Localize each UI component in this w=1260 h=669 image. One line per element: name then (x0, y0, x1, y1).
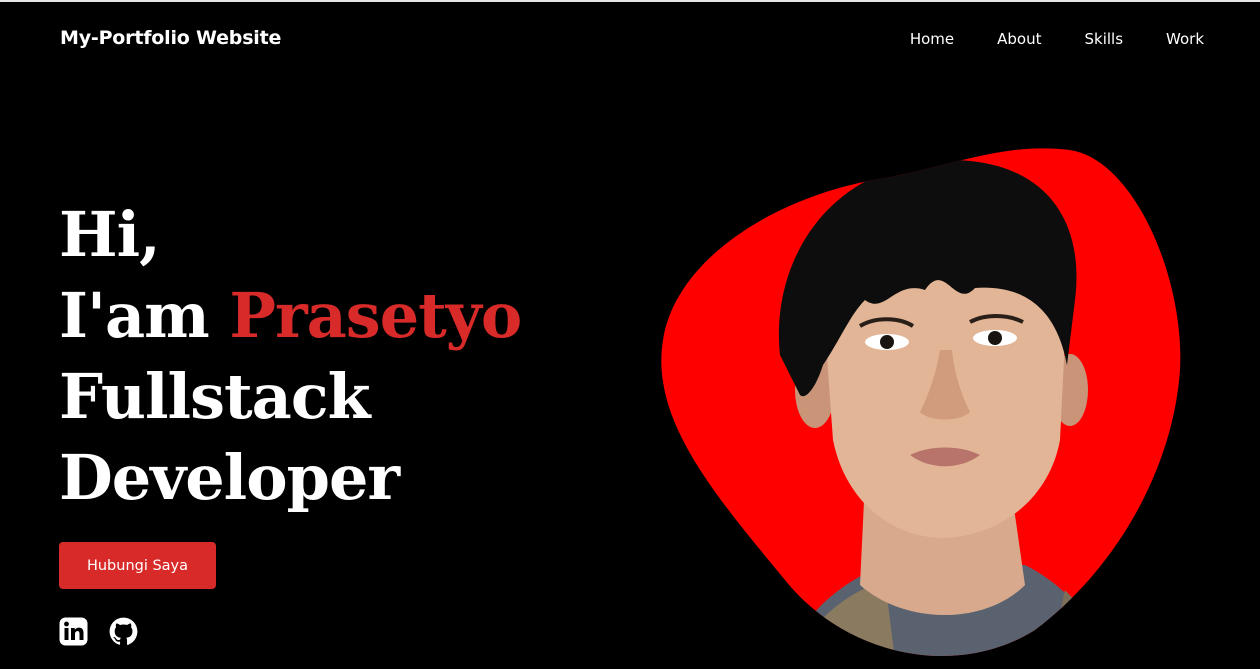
hero-role-line1: Fullstack (59, 360, 371, 433)
linkedin-icon[interactable] (59, 617, 88, 646)
nav-work-link[interactable]: Work (1166, 30, 1204, 48)
hero-intro-prefix: I'am (59, 279, 230, 352)
hero-heading: Hi, I'am Prasetyo Fullstack Developer (59, 194, 522, 518)
top-border (0, 0, 1260, 2)
profile-portrait (655, 140, 1190, 660)
nav-skills-link[interactable]: Skills (1084, 30, 1123, 48)
hero-intro-line: I'am Prasetyo (59, 275, 522, 356)
github-icon[interactable] (109, 617, 138, 646)
main-nav: Home About Skills Work (910, 30, 1204, 48)
profile-photo (661, 148, 1181, 657)
hero-role-line2: Developer (59, 441, 400, 514)
site-logo[interactable]: My-Portfolio Website (60, 27, 281, 49)
hero-name: Prasetyo (229, 279, 522, 352)
nav-about-link[interactable]: About (997, 30, 1041, 48)
nav-home-link[interactable]: Home (910, 30, 954, 48)
hero-greeting: Hi, (59, 198, 161, 271)
social-links (59, 617, 138, 646)
contact-button[interactable]: Hubungi Saya (59, 542, 216, 589)
